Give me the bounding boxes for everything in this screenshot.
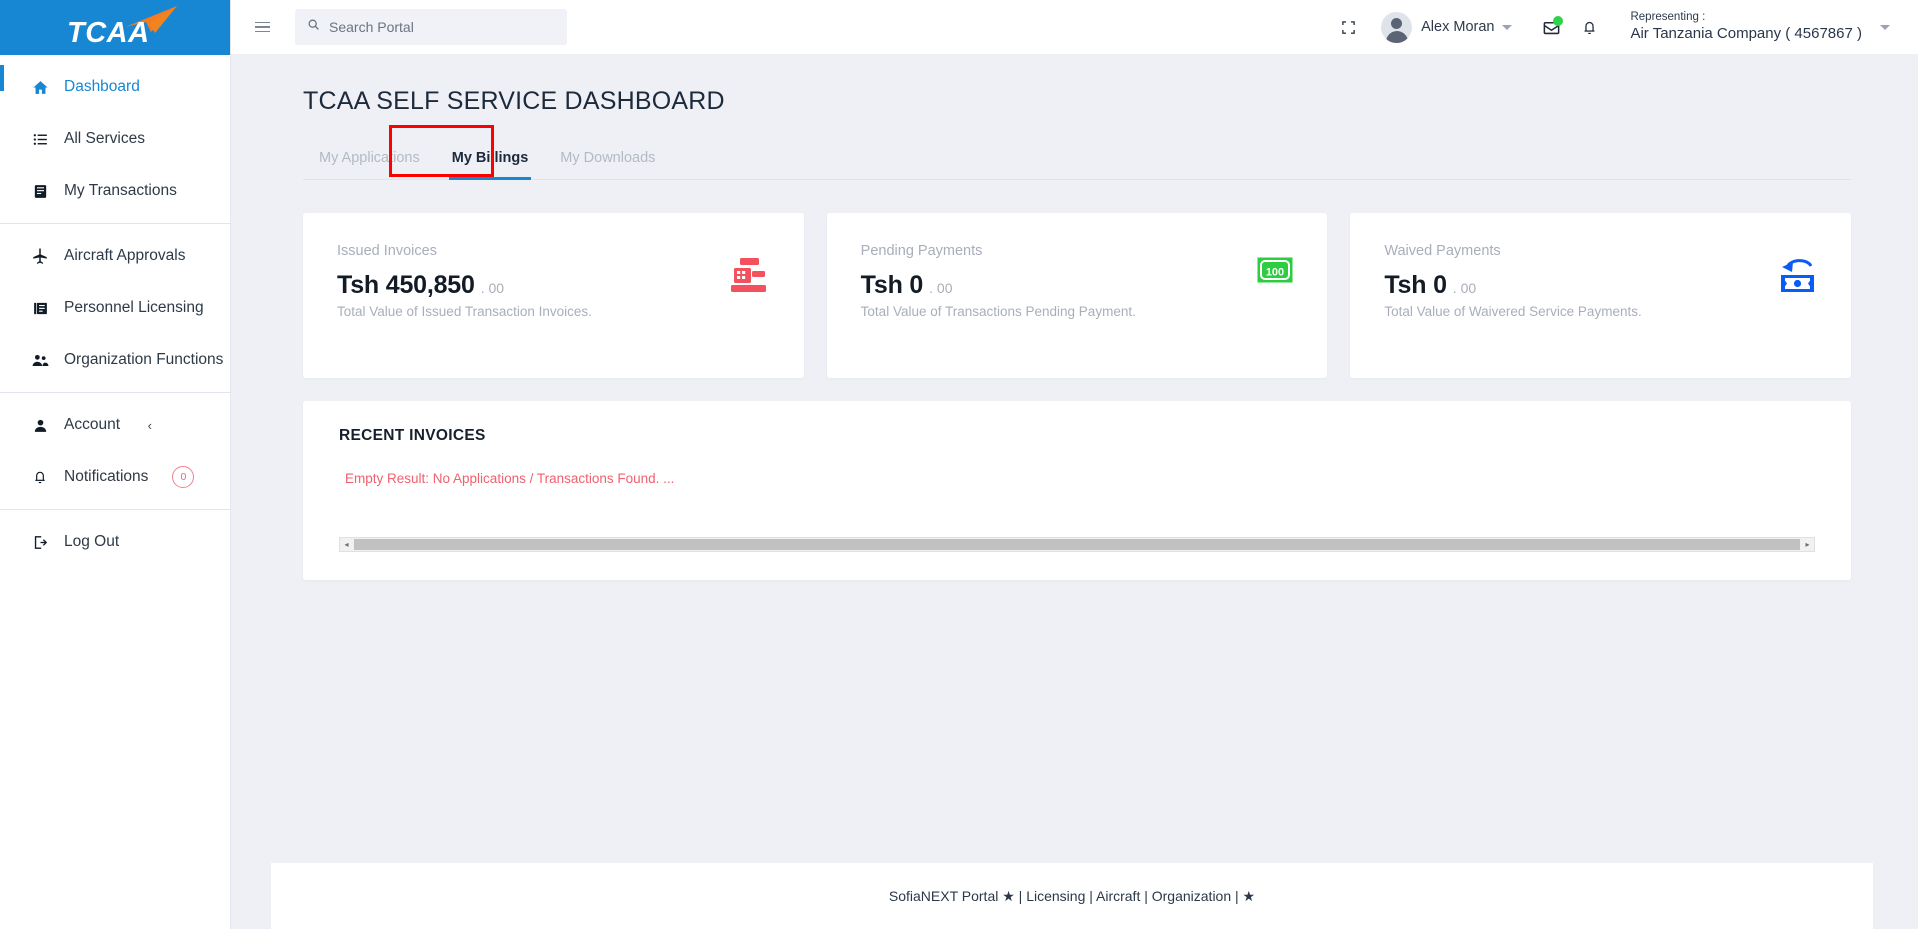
sidebar-item-label: Log Out bbox=[64, 533, 120, 550]
card-amount: Tsh 450,850 bbox=[337, 271, 475, 299]
avatar[interactable] bbox=[1381, 11, 1413, 43]
sidebar: TCAA Dashboard All Services My Transacti… bbox=[0, 0, 231, 929]
card-cents: . 00 bbox=[480, 280, 505, 296]
main-region: Alex Moran Representing : Air Tanzania C… bbox=[231, 0, 1918, 929]
sidebar-group-services: Aircraft Approvals Personnel Licensing O… bbox=[0, 224, 230, 392]
sidebar-item-label: Notifications bbox=[64, 468, 149, 485]
page-footer: SofiaNEXT Portal ★ | Licensing | Aircraf… bbox=[271, 863, 1873, 929]
card-subtitle: Total Value of Issued Transaction Invoic… bbox=[337, 304, 592, 319]
bell-icon bbox=[30, 467, 50, 487]
page-title: TCAA SELF SERVICE DASHBOARD bbox=[303, 87, 725, 115]
horizontal-scrollbar[interactable]: ◂ ▸ bbox=[339, 537, 1815, 552]
sidebar-item-all-services[interactable]: All Services bbox=[0, 113, 230, 165]
search-icon bbox=[307, 18, 320, 36]
sidebar-item-account[interactable]: Account ‹ bbox=[0, 399, 230, 451]
tab-my-downloads[interactable]: My Downloads bbox=[544, 150, 671, 179]
notifications-badge: 0 bbox=[172, 466, 195, 488]
sidebar-item-label: All Services bbox=[64, 130, 145, 147]
banknote-value: 100 bbox=[1266, 267, 1284, 279]
sidebar-group-primary: Dashboard All Services My Transactions bbox=[0, 55, 230, 223]
card-label: Waived Payments bbox=[1384, 243, 1501, 259]
tab-my-billings[interactable]: My Billings bbox=[436, 150, 545, 180]
card-issued-invoices[interactable]: Issued Invoices Tsh 450,850 . 00 Total V… bbox=[303, 213, 804, 378]
brand-logo[interactable]: TCAA bbox=[0, 0, 230, 55]
empty-result-message: Empty Result: No Applications / Transact… bbox=[345, 471, 675, 486]
home-icon bbox=[30, 77, 50, 97]
search-container[interactable] bbox=[295, 9, 567, 45]
card-label: Issued Invoices bbox=[337, 243, 437, 259]
money-refund-icon bbox=[1777, 257, 1817, 300]
bell-icon[interactable] bbox=[1570, 8, 1608, 46]
scrollbar-thumb[interactable] bbox=[354, 539, 1800, 550]
people-icon bbox=[30, 350, 50, 370]
mail-icon[interactable] bbox=[1532, 8, 1570, 46]
card-cents: . 00 bbox=[1452, 280, 1477, 296]
card-subtitle: Total Value of Waivered Service Payments… bbox=[1384, 304, 1642, 319]
content-area: TCAA SELF SERVICE DASHBOARD My Applicati… bbox=[231, 55, 1918, 929]
fullscreen-icon[interactable] bbox=[1329, 8, 1367, 46]
logout-icon bbox=[30, 532, 50, 552]
representing-label: Representing : bbox=[1630, 11, 1706, 24]
chevron-down-icon[interactable] bbox=[1880, 24, 1890, 30]
sidebar-item-label: Dashboard bbox=[64, 78, 140, 95]
recent-invoices-panel: RECENT INVOICES Empty Result: No Applica… bbox=[303, 401, 1851, 580]
sidebar-group-account: Account ‹ Notifications 0 bbox=[0, 393, 230, 509]
list-icon bbox=[30, 129, 50, 149]
card-cents: . 00 bbox=[929, 280, 953, 296]
footer-links[interactable]: SofiaNEXT Portal ★ | Licensing | Aircraf… bbox=[889, 888, 1255, 905]
mail-unread-badge bbox=[1553, 16, 1564, 26]
scroll-left-arrow-icon[interactable]: ◂ bbox=[340, 538, 353, 551]
hamburger-icon[interactable] bbox=[245, 10, 279, 44]
book-icon bbox=[30, 181, 50, 201]
chevron-left-icon: ‹ bbox=[147, 417, 152, 433]
airplane-icon bbox=[30, 246, 50, 266]
sidebar-item-log-out[interactable]: Log Out bbox=[0, 516, 230, 568]
top-bar-actions: Alex Moran Representing : Air Tanzania C… bbox=[1329, 8, 1890, 46]
banknote-100-icon: 100 bbox=[1257, 257, 1293, 288]
sidebar-item-personnel-licensing[interactable]: Personnel Licensing bbox=[0, 282, 230, 334]
user-name[interactable]: Alex Moran bbox=[1421, 19, 1494, 35]
sidebar-item-label: Personnel Licensing bbox=[64, 299, 204, 316]
card-amount: Tsh 0 bbox=[1384, 271, 1447, 299]
scroll-right-arrow-icon[interactable]: ▸ bbox=[1801, 538, 1814, 551]
app-root: TCAA Dashboard All Services My Transacti… bbox=[0, 0, 1918, 929]
sidebar-item-dashboard[interactable]: Dashboard bbox=[0, 61, 230, 113]
card-label: Pending Payments bbox=[860, 243, 983, 259]
top-bar: Alex Moran Representing : Air Tanzania C… bbox=[231, 0, 1918, 55]
cash-register-icon bbox=[726, 257, 770, 302]
sidebar-item-label: Aircraft Approvals bbox=[64, 247, 186, 264]
sidebar-item-label: Account bbox=[64, 416, 121, 433]
card-amount: Tsh 0 bbox=[860, 271, 924, 299]
summary-cards: Issued Invoices Tsh 450,850 . 00 Total V… bbox=[303, 213, 1852, 378]
brand-logo-text: TCAA bbox=[67, 16, 150, 49]
sidebar-item-aircraft-approvals[interactable]: Aircraft Approvals bbox=[0, 230, 230, 282]
sidebar-group-session: Log Out bbox=[0, 510, 230, 574]
sidebar-item-label: Organization Functions bbox=[64, 351, 224, 368]
tab-bar: My Applications My Billings My Downloads bbox=[303, 125, 1851, 180]
search-input[interactable] bbox=[329, 19, 555, 35]
tab-my-applications[interactable]: My Applications bbox=[303, 150, 436, 179]
representing-value: Air Tanzania Company ( 4567867 ) bbox=[1630, 24, 1862, 42]
recent-invoices-title: RECENT INVOICES bbox=[339, 427, 486, 444]
sidebar-item-notifications[interactable]: Notifications 0 bbox=[0, 451, 230, 503]
person-icon bbox=[30, 415, 50, 435]
chevron-down-icon[interactable] bbox=[1502, 24, 1513, 30]
id-card-icon bbox=[30, 298, 50, 318]
card-waived-payments[interactable]: Waived Payments Tsh 0 . 00 Total Value o… bbox=[1350, 213, 1852, 378]
sidebar-item-organization-functions[interactable]: Organization Functions bbox=[0, 334, 230, 386]
card-subtitle: Total Value of Transactions Pending Paym… bbox=[860, 304, 1136, 319]
representing-selector[interactable]: Representing : Air Tanzania Company ( 45… bbox=[1630, 10, 1862, 43]
card-pending-payments[interactable]: Pending Payments Tsh 0 . 00 Total Value … bbox=[826, 213, 1328, 378]
sidebar-item-label: My Transactions bbox=[64, 182, 177, 199]
sidebar-item-my-transactions[interactable]: My Transactions bbox=[0, 165, 230, 217]
